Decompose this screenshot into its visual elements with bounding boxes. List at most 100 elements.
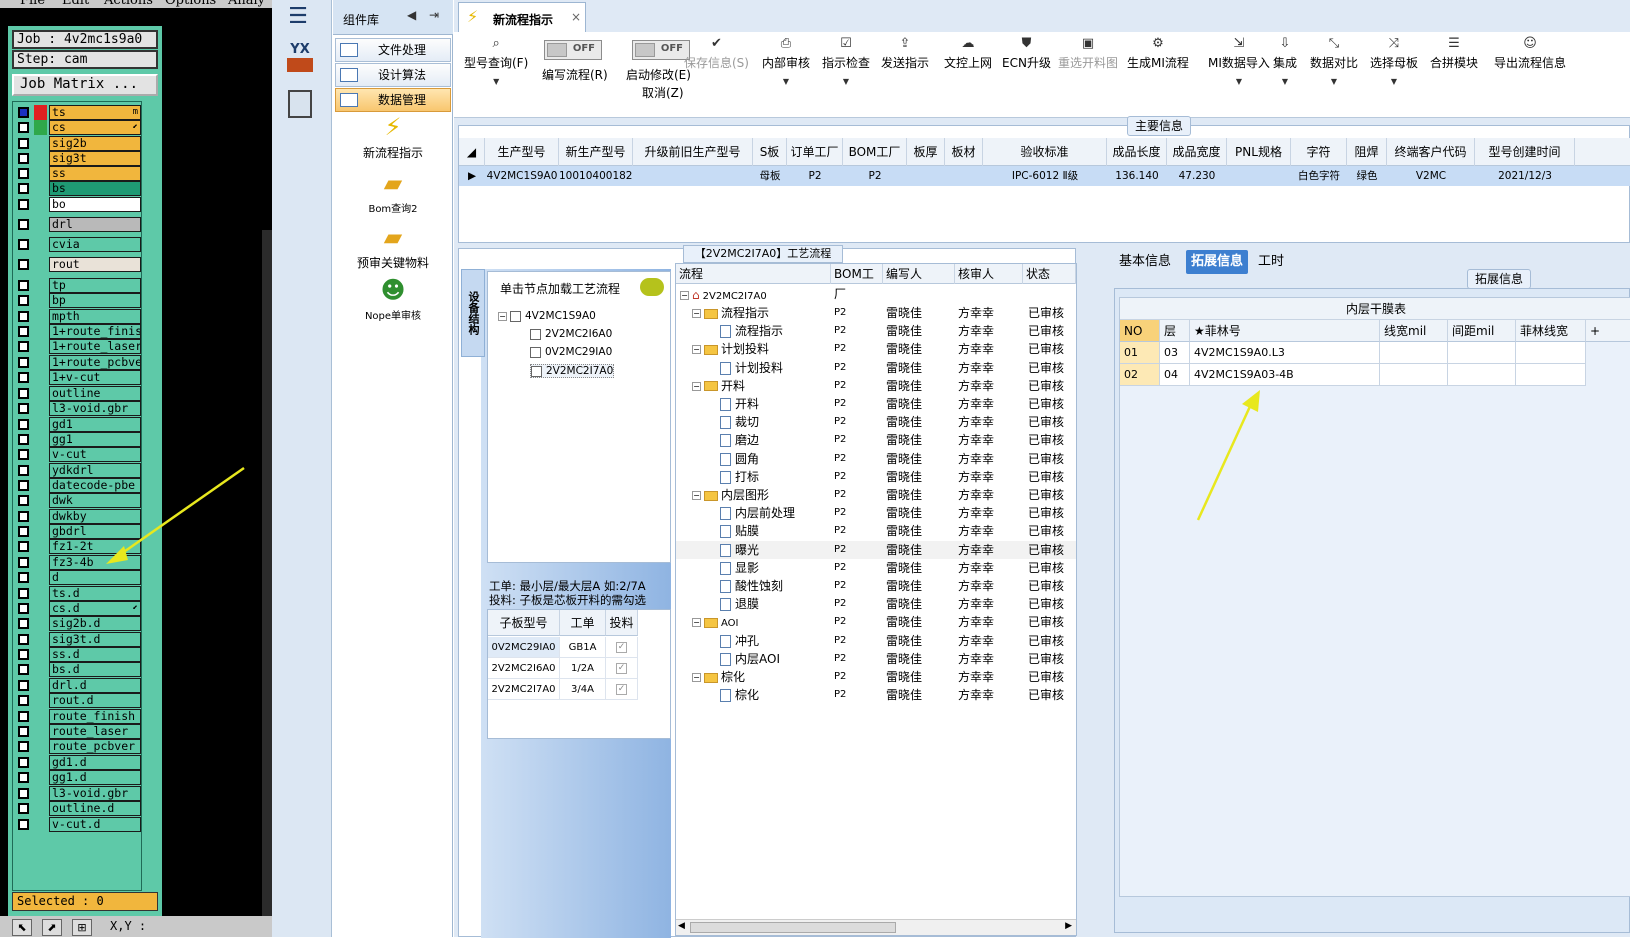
layer-row[interactable]: l3-void.gbr: [15, 786, 141, 801]
layer-row[interactable]: dwkby: [15, 509, 141, 524]
layer-name[interactable]: dwkby: [49, 509, 141, 524]
layer-checkbox[interactable]: [18, 741, 29, 752]
layer-row[interactable]: 1+route_pcbver: [15, 355, 141, 370]
tree-child-node-selected[interactable]: 2V2MC2I7A0: [530, 364, 615, 378]
ext-cell[interactable]: 04: [1160, 364, 1190, 386]
layer-row[interactable]: bs: [15, 181, 141, 196]
ext-cell[interactable]: 01: [1120, 342, 1160, 364]
cam-menu-file[interactable]: File: [20, 0, 45, 8]
layer-checkbox[interactable]: [18, 557, 29, 568]
layer-checkbox[interactable]: [18, 541, 29, 552]
layer-name[interactable]: ts m: [49, 105, 141, 120]
layer-row[interactable]: v-cut: [15, 447, 141, 462]
column-header[interactable]: S板: [753, 138, 787, 166]
tree-root-node[interactable]: − 4V2MC1S9A0: [498, 310, 596, 322]
scroll-thumb[interactable]: [690, 922, 896, 933]
layer-row[interactable]: ts.d: [15, 586, 141, 601]
flow-root-row[interactable]: − ⌂ 2V2MC2I7A0: [676, 286, 1076, 304]
flow-row[interactable]: 磨边 P2 雷晓佳 方幸幸 已审核: [676, 431, 1076, 449]
layer-row[interactable]: route_pcbver: [15, 739, 141, 754]
layer-checkbox[interactable]: [18, 572, 29, 583]
cam-menu-options[interactable]: Options: [165, 0, 216, 8]
flow-row[interactable]: 冲孔 P2 雷晓佳 方幸幸 已审核: [676, 632, 1076, 650]
layer-checkbox[interactable]: [18, 480, 29, 491]
layer-row[interactable]: drl.d: [15, 678, 141, 693]
toolbar-button-7[interactable]: ⚙ 生成MI流程: [1127, 36, 1189, 71]
layer-name[interactable]: rout.d: [49, 693, 141, 708]
layer-row[interactable]: rout: [15, 257, 141, 272]
layer-checkbox[interactable]: [18, 803, 29, 814]
flow-row[interactable]: − 流程指示 P2 雷晓佳 方幸幸 已审核: [676, 304, 1076, 322]
flow-column-header[interactable]: BOM工厂: [831, 264, 883, 301]
tab-extended-info[interactable]: 拓展信息: [1186, 250, 1248, 274]
column-header[interactable]: 订单工厂: [787, 138, 843, 166]
ext-column-header[interactable]: 菲林线宽: [1516, 320, 1586, 342]
layer-name[interactable]: cs.d ⬋: [49, 601, 141, 616]
layer-row[interactable]: v-cut.d: [15, 817, 141, 832]
sub-board-model[interactable]: 2V2MC2I7A0: [488, 679, 560, 700]
collapse-icon[interactable]: −: [692, 345, 701, 355]
toolbar-button-1[interactable]: ⎙ 内部审核 ▼: [762, 36, 810, 86]
close-icon[interactable]: ×: [571, 10, 581, 24]
cam-menu-analysis[interactable]: Analy: [228, 0, 265, 8]
ext-cell[interactable]: [1448, 364, 1516, 386]
cam-scrollbar[interactable]: [262, 230, 272, 937]
column-header[interactable]: 字符: [1291, 138, 1347, 166]
collapse-left-icon[interactable]: ◀: [407, 8, 416, 22]
layer-checkbox[interactable]: [18, 511, 29, 522]
scroll-left-icon[interactable]: ◀: [678, 921, 685, 931]
ext-cell[interactable]: 4V2MC1S9A0.L3: [1190, 342, 1380, 364]
edit-flow-toggle[interactable]: OFF: [544, 40, 602, 60]
column-header[interactable]: 生产型号: [485, 138, 559, 166]
layer-row[interactable]: drl: [15, 217, 141, 232]
layer-name[interactable]: bp: [49, 293, 141, 308]
layer-checkbox[interactable]: [18, 588, 29, 599]
sub-board-feed[interactable]: ✓: [606, 679, 638, 700]
layer-row[interactable]: route_laser: [15, 724, 141, 739]
layer-name[interactable]: 1+v-cut: [49, 370, 141, 385]
library-bom-query[interactable]: ▰ Bom查询2: [333, 168, 453, 215]
layer-checkbox[interactable]: [18, 819, 29, 830]
ext-column-header[interactable]: 线宽mil: [1380, 320, 1448, 342]
layer-checkbox[interactable]: [18, 634, 29, 645]
tree-child-node[interactable]: 2V2MC2I6A0: [530, 328, 612, 340]
tab-work-hours[interactable]: 工时: [1254, 250, 1288, 274]
layer-checkbox[interactable]: [18, 618, 29, 629]
column-header[interactable]: 成品长度: [1107, 138, 1167, 166]
layer-checkbox[interactable]: [18, 311, 29, 322]
hamburger-icon[interactable]: ☰: [284, 6, 312, 30]
layer-name[interactable]: l3-void.gbr: [49, 401, 141, 416]
layer-name[interactable]: cs ⬋: [49, 120, 141, 135]
job-matrix-button[interactable]: Job Matrix ...: [12, 74, 158, 96]
layer-checkbox[interactable]: [18, 153, 29, 164]
layer-name[interactable]: bo: [49, 197, 141, 212]
layer-checkbox[interactable]: [18, 526, 29, 537]
sub-board-order[interactable]: GB1A: [560, 637, 606, 658]
layer-name[interactable]: 1+route_pcbver: [49, 355, 141, 370]
layer-checkbox[interactable]: [18, 664, 29, 675]
layer-name[interactable]: sig2b.d: [49, 616, 141, 631]
layer-checkbox[interactable]: [18, 680, 29, 691]
layer-name[interactable]: l3-void.gbr: [49, 786, 141, 801]
layer-name[interactable]: rout: [49, 257, 141, 272]
toolbar-button-13[interactable]: ☺ 导出流程信息: [1494, 36, 1566, 71]
column-header[interactable]: 终端客户代码: [1387, 138, 1475, 166]
layer-name[interactable]: bs.d: [49, 662, 141, 677]
layer-row[interactable]: 1+v-cut: [15, 370, 141, 385]
flow-row[interactable]: 打标 P2 雷晓佳 方幸幸 已审核: [676, 468, 1076, 486]
ext-column-header[interactable]: +: [1586, 320, 1630, 342]
layer-checkbox[interactable]: [18, 183, 29, 194]
layer-row[interactable]: ydkdrl: [15, 463, 141, 478]
ext-cell[interactable]: 02: [1120, 364, 1160, 386]
layer-checkbox[interactable]: [18, 239, 29, 250]
flow-row[interactable]: 计划投料 P2 雷晓佳 方幸幸 已审核: [676, 359, 1076, 377]
layer-name[interactable]: bs: [49, 181, 141, 196]
collapse-icon[interactable]: −: [692, 491, 701, 500]
feed-checkbox[interactable]: ✓: [616, 641, 627, 653]
column-header[interactable]: 阻焊: [1347, 138, 1387, 166]
layer-row[interactable]: gg1: [15, 432, 141, 447]
layer-row[interactable]: 1+route_finish: [15, 324, 141, 339]
layer-name[interactable]: gg1: [49, 432, 141, 447]
layer-name[interactable]: sig3t: [49, 151, 141, 166]
layer-name[interactable]: sig3t.d: [49, 632, 141, 647]
